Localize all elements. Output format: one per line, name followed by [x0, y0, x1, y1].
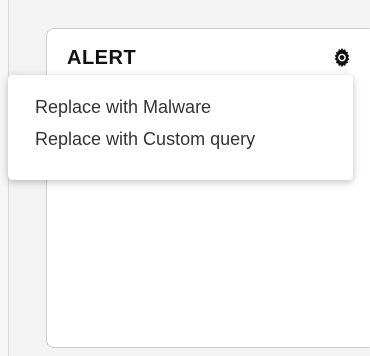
gear-icon[interactable] [331, 46, 353, 68]
panel-title: ALERT [67, 47, 137, 69]
menu-item-replace-with-custom-query[interactable]: Replace with Custom query [8, 123, 353, 155]
menu-item-replace-with-malware[interactable]: Replace with Malware [8, 91, 353, 123]
context-menu: Replace with Malware Replace with Custom… [8, 75, 353, 180]
stage: ALERT Replace with Malware Replace with … [0, 0, 370, 356]
